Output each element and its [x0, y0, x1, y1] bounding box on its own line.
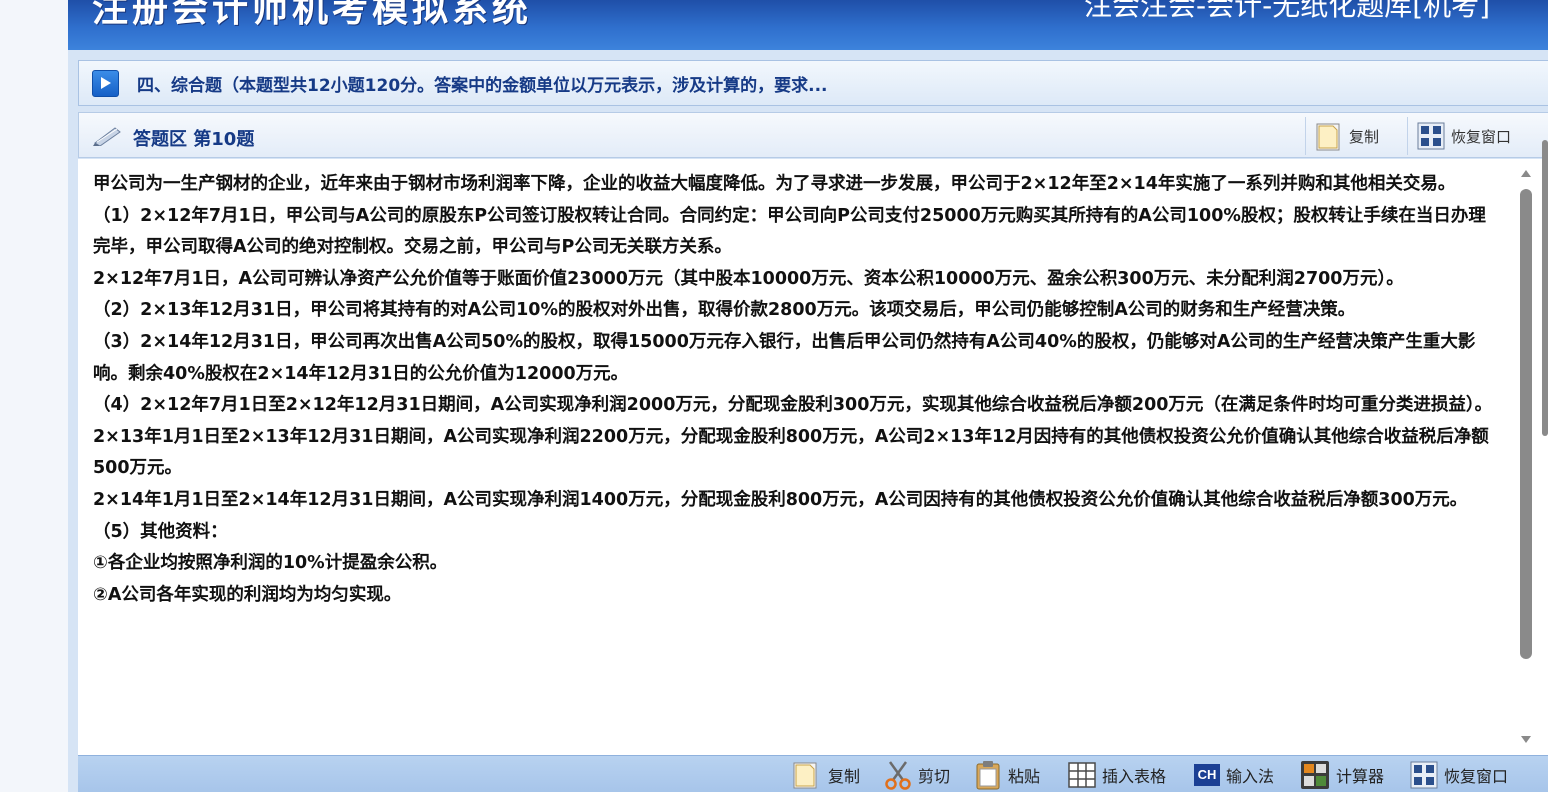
left-margin [0, 0, 68, 792]
question-paragraph: 2×13年1月1日至2×13年12月31日期间，A公司实现净利润2200万元，分… [93, 426, 1489, 479]
restore-window-button[interactable]: 恢复窗口 [1417, 118, 1511, 154]
calculator-icon [1301, 761, 1329, 789]
toolbar-insert-table-button[interactable]: 插入表格 [1068, 760, 1166, 790]
ime-badge-icon: CH [1194, 764, 1220, 786]
question-paragraph: （3）2×14年12月31日，甲公司再次出售A公司50%的股权，取得15000万… [93, 331, 1476, 384]
question-paragraph: （4）2×12年7月1日至2×12年12月31日期间，A公司实现净利润2000万… [93, 395, 1493, 416]
toolbar-calculator-label: 计算器 [1336, 767, 1385, 786]
copy-button[interactable]: 复制 [1315, 118, 1379, 154]
question-paragraph: （5）其他资料： [93, 521, 228, 542]
play-icon[interactable] [92, 69, 119, 97]
toolbar-copy-button[interactable]: 复制 [792, 760, 860, 790]
toolbar-cut-button[interactable]: 剪切 [884, 760, 950, 790]
table-icon [1068, 762, 1096, 788]
restore-window-icon [1410, 761, 1438, 789]
toolbar-paste-button[interactable]: 粘贴 [974, 760, 1040, 790]
question-paragraph: （1）2×12年7月1日，甲公司与A公司的原股东P公司签订股权转让合同。合同约定… [93, 205, 1486, 258]
restore-window-label: 恢复窗口 [1451, 127, 1512, 146]
scroll-up-arrow-icon[interactable] [1519, 167, 1533, 179]
question-paragraph: （2）2×13年12月31日，甲公司将其持有的对A公司10%的股权对外出售，取得… [93, 300, 1356, 321]
restore-window-icon [1417, 122, 1445, 150]
toolbar-ime-button[interactable]: CH 输入法 [1194, 760, 1274, 790]
toolbar-copy-label: 复制 [828, 767, 861, 786]
answer-area-header: 答题区 第10题 复制 恢复窗口 [78, 112, 1548, 158]
copy-icon [793, 762, 817, 789]
copy-label: 复制 [1349, 127, 1380, 146]
section-header: 四、综合题（本题型共12小题120分。答案中的金额单位以万元表示，涉及计算的，要… [78, 60, 1548, 106]
toolbar-restore-window-label: 恢复窗口 [1444, 767, 1509, 786]
divider [1407, 117, 1408, 155]
exam-name: 注会注会-会计-无纸化题库[机考] [1084, 0, 1491, 22]
question-paragraph: 2×14年1月1日至2×14年12月31日期间，A公司实现净利润1400万元，分… [93, 489, 1468, 510]
scroll-down-arrow-icon[interactable] [1519, 733, 1533, 745]
toolbar-insert-table-label: 插入表格 [1102, 767, 1167, 786]
app-banner: 注册会计师机考模拟系统 注会注会-会计-无纸化题库[机考] [68, 0, 1548, 50]
main-panel: 四、综合题（本题型共12小题120分。答案中的金额单位以万元表示，涉及计算的，要… [68, 50, 1548, 792]
toolbar-ime-label: 输入法 [1226, 767, 1275, 786]
toolbar-calculator-button[interactable]: 计算器 [1300, 760, 1384, 790]
window-scroll-thumb[interactable] [1542, 140, 1548, 436]
copy-icon [1316, 123, 1340, 151]
question-paragraph: ②A公司各年实现的利润均为均匀实现。 [93, 584, 402, 605]
app-title: 注册会计师机考模拟系统 [92, 0, 533, 30]
scroll-thumb[interactable] [1520, 189, 1532, 659]
section-title: 四、综合题（本题型共12小题120分。答案中的金额单位以万元表示，涉及计算的，要… [137, 75, 828, 96]
toolbar-cut-label: 剪切 [918, 767, 951, 786]
toolbar-restore-window-button[interactable]: 恢复窗口 [1410, 760, 1508, 790]
scissors-icon [885, 761, 911, 790]
question-content[interactable]: 甲公司为一生产钢材的企业，近年来由于钢材市场利润率下降，企业的收益大幅度降低。为… [78, 159, 1511, 755]
toolbar-paste-label: 粘贴 [1008, 767, 1041, 786]
question-paragraph: 甲公司为一生产钢材的企业，近年来由于钢材市场利润率下降，企业的收益大幅度降低。为… [93, 174, 1456, 194]
paste-icon [976, 761, 1000, 790]
question-paragraph: ①各企业均按照净利润的10%计提盈余公积。 [93, 553, 448, 574]
divider [1305, 117, 1306, 155]
pencil-icon [93, 127, 121, 146]
question-paragraph: 2×12年7月1日，A公司可辨认净资产公允价值等于账面价值23000万元（其中股… [93, 268, 1404, 289]
bottom-toolbar: 复制 剪切 粘贴 插入表格 CH 输入法 计算器 恢复窗口 [78, 755, 1548, 792]
answer-area-title: 答题区 第10题 [133, 129, 255, 150]
